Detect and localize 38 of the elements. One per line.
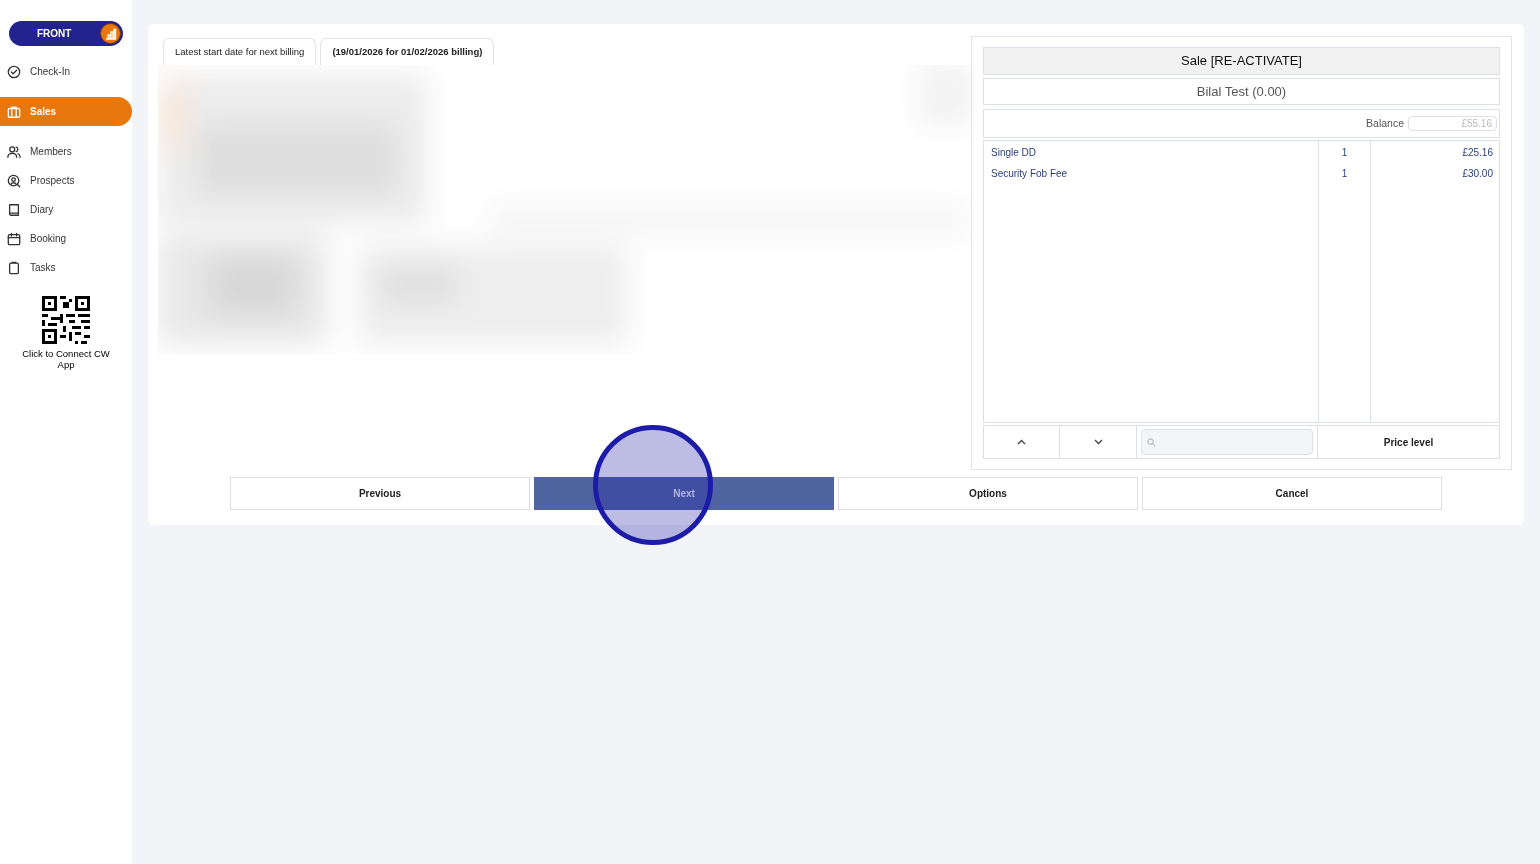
person-search-icon xyxy=(7,173,21,188)
chart-icon xyxy=(100,23,121,44)
balance-label: Balance xyxy=(1366,115,1404,131)
book-icon xyxy=(7,202,21,217)
line-item-price: £30.00 xyxy=(1462,167,1493,181)
secondary-button[interactable]: Cancel xyxy=(1142,477,1442,510)
scroll-up-button[interactable] xyxy=(983,425,1060,459)
qr-code-icon[interactable] xyxy=(42,296,90,344)
chevron-up-icon xyxy=(1017,439,1026,445)
search-icon xyxy=(1147,437,1156,447)
sidebar-item[interactable]: Booking xyxy=(0,224,132,253)
chevron-down-icon xyxy=(1093,439,1103,445)
line-item-price: £25.16 xyxy=(1462,146,1493,160)
sidebar-item[interactable]: Check-In xyxy=(0,57,132,86)
briefcase-icon xyxy=(7,104,21,119)
scroll-down-button[interactable] xyxy=(1060,425,1137,459)
customer-name: Bilal Test (0.00) xyxy=(983,78,1500,105)
sidebar-item[interactable]: Prospects xyxy=(0,166,132,195)
secondary-button[interactable]: Previous xyxy=(230,477,530,510)
sidebar-item[interactable]: Tasks xyxy=(0,253,132,282)
line-item-quantity: 1 xyxy=(1341,146,1348,160)
search-field[interactable] xyxy=(1141,429,1313,455)
mode-toggle[interactable]: FRONT xyxy=(9,21,123,46)
calendar-icon xyxy=(7,231,21,246)
line-item-name[interactable]: Single DD xyxy=(991,145,1318,166)
line-item-name[interactable]: Security Fob Fee xyxy=(991,166,1318,187)
secondary-button[interactable]: Options xyxy=(838,477,1138,510)
line-item-quantity: 1 xyxy=(1341,167,1348,181)
people-icon xyxy=(7,144,21,159)
sidebar-item[interactable]: Diary xyxy=(0,195,132,224)
primary-button[interactable]: Next xyxy=(534,477,834,510)
connect-app-link[interactable]: Click to Connect CW App xyxy=(16,348,116,370)
toggle-label: FRONT xyxy=(37,27,72,41)
sale-title: Sale [RE-ACTIVATE] xyxy=(983,47,1500,75)
clipboard-icon xyxy=(7,260,21,275)
check-circle-icon xyxy=(7,64,21,79)
price-level-button[interactable]: Price level xyxy=(1318,425,1500,459)
sidebar-item[interactable]: Members xyxy=(0,137,132,166)
